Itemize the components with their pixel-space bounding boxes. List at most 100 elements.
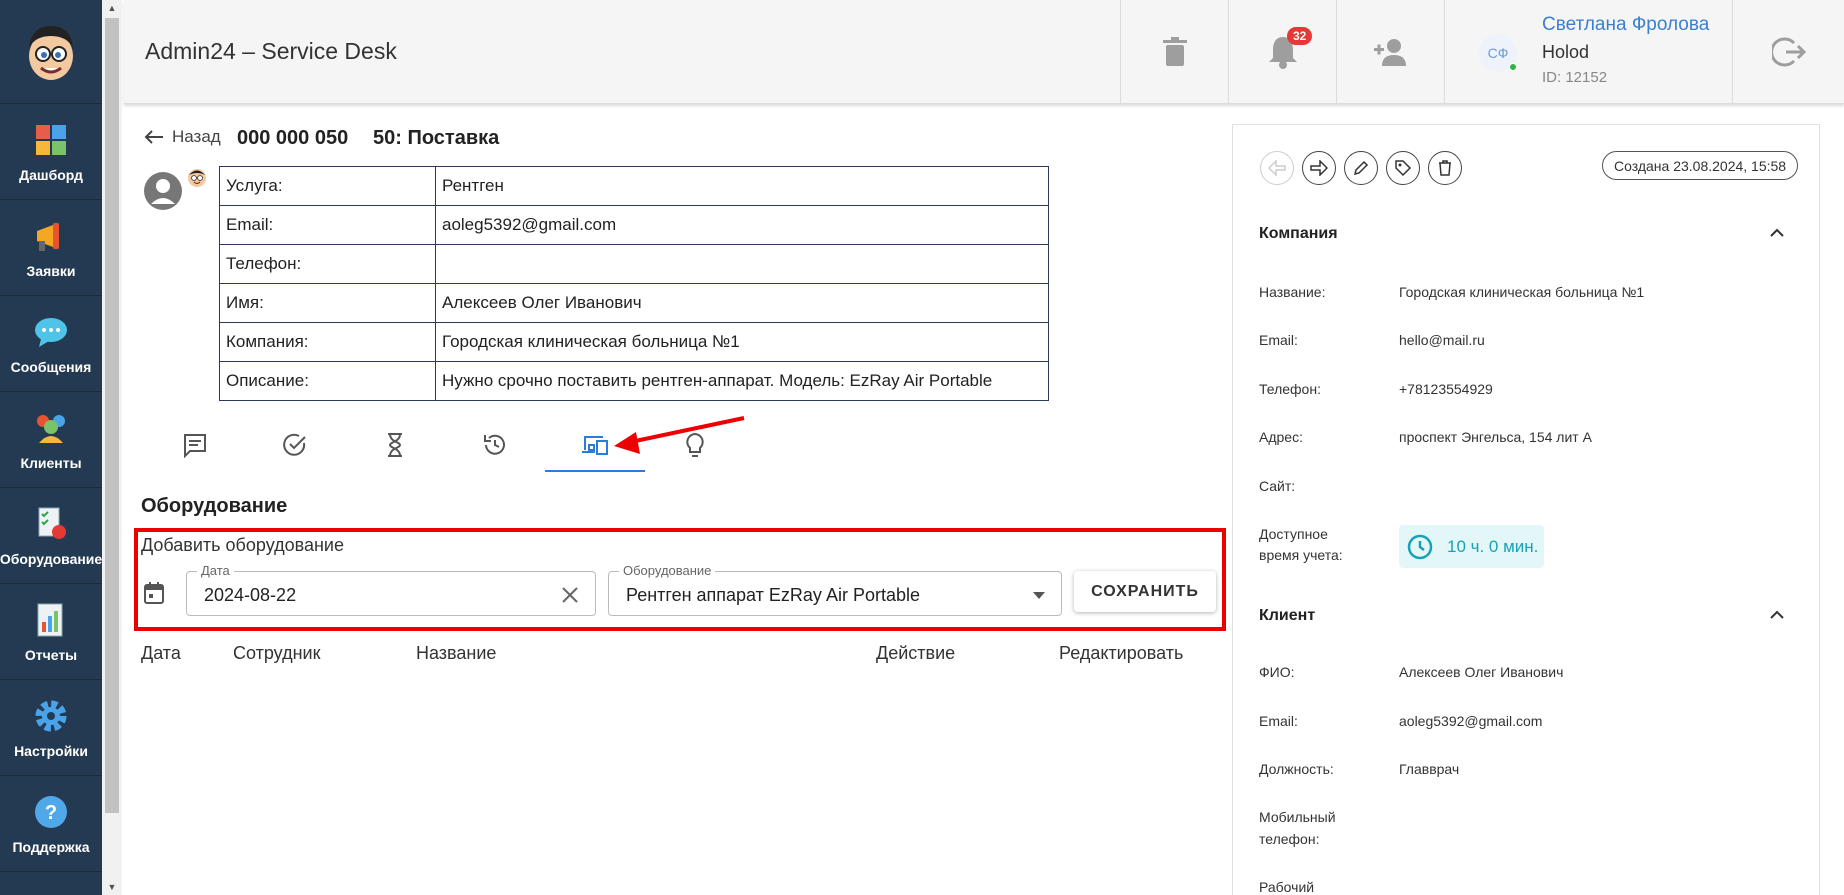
client-name-key: ФИО: bbox=[1259, 664, 1295, 680]
available-time-value: 10 ч. 0 мин. bbox=[1447, 536, 1539, 556]
app-logo[interactable] bbox=[0, 0, 102, 104]
company-site-key: Сайт: bbox=[1259, 478, 1296, 494]
chevron-up-icon[interactable] bbox=[1770, 228, 1784, 237]
add-equipment-label: Добавить оборудование bbox=[141, 535, 344, 555]
previous-button[interactable] bbox=[1260, 151, 1294, 185]
chevron-down-icon[interactable] bbox=[1033, 592, 1045, 599]
row-key: Компания: bbox=[219, 322, 436, 362]
trash-icon bbox=[1162, 37, 1187, 66]
tag-icon bbox=[1395, 160, 1412, 177]
logout-button[interactable] bbox=[1732, 0, 1844, 104]
company-address-value: проспект Энгельса, 154 лит А bbox=[1399, 429, 1592, 445]
calendar-icon[interactable] bbox=[143, 581, 165, 610]
date-field-label: Дата bbox=[197, 563, 234, 578]
table-row: Телефон: bbox=[219, 244, 1049, 284]
save-button[interactable]: СОХРАНИТЬ bbox=[1074, 571, 1216, 612]
devices-icon bbox=[582, 436, 608, 455]
client-email-value: aoleg5392@gmail.com bbox=[1399, 713, 1543, 729]
company-phone-key: Телефон: bbox=[1259, 381, 1321, 397]
section-title: Оборудование bbox=[141, 495, 288, 517]
chevron-up-icon[interactable] bbox=[1770, 610, 1784, 619]
sidebar-item-label: Поддержка bbox=[12, 838, 90, 855]
sidebar-item-label: Клиенты bbox=[20, 454, 82, 471]
row-value: Алексеев Олег Иванович bbox=[435, 283, 1049, 323]
trash-icon bbox=[1439, 160, 1451, 176]
work-phone-key: Рабочий bbox=[1259, 879, 1315, 895]
app-title: Admin24 – Service Desk bbox=[145, 38, 397, 64]
scroll-up-icon[interactable]: ▲ bbox=[106, 2, 118, 14]
trash-button[interactable] bbox=[1120, 0, 1228, 104]
reports-icon bbox=[32, 601, 70, 639]
ticket-title: 50: Поставка bbox=[373, 127, 500, 149]
client-name-value: Алексеев Олег Иванович bbox=[1399, 664, 1564, 680]
sidebar-item-settings[interactable]: Настройки bbox=[0, 680, 102, 776]
sidebar-item-messages[interactable]: Сообщения bbox=[0, 296, 102, 392]
available-time-chip: 10 ч. 0 мин. bbox=[1399, 525, 1544, 568]
column-header-action: Действие bbox=[876, 643, 956, 663]
sidebar-item-tickets[interactable]: Заявки bbox=[0, 200, 102, 296]
person-icon bbox=[144, 172, 182, 215]
mobile-key-line-1: Мобильный bbox=[1259, 809, 1336, 825]
row-key: Имя: bbox=[219, 283, 436, 323]
time-key-line-1: Доступное bbox=[1259, 526, 1328, 542]
row-value: aoleg5392@gmail.com bbox=[435, 205, 1049, 245]
equipment-select-value: Рентген аппарат EzRay Air Portable bbox=[626, 585, 920, 605]
comment-icon bbox=[184, 434, 206, 458]
date-field[interactable]: Дата 2024-08-22 bbox=[186, 563, 596, 616]
history-icon bbox=[484, 434, 505, 455]
sidebar-item-clients[interactable]: Клиенты bbox=[0, 392, 102, 488]
sidebar-item-label: Дашборд bbox=[19, 166, 83, 183]
scroll-down-icon[interactable]: ▼ bbox=[106, 881, 118, 893]
row-key: Email: bbox=[219, 205, 436, 245]
equipment-select[interactable]: Оборудование Рентген аппарат EzRay Air P… bbox=[608, 563, 1062, 616]
tab-time[interactable] bbox=[345, 426, 445, 472]
sidebar-item-label: Заявки bbox=[26, 262, 76, 279]
check-circle-icon bbox=[283, 433, 306, 456]
notification-count-badge: 32 bbox=[1287, 27, 1313, 45]
clear-icon[interactable] bbox=[561, 586, 579, 604]
forward-button[interactable] bbox=[1302, 151, 1336, 185]
logout-icon bbox=[1771, 37, 1806, 67]
sidebar-item-dashboard[interactable]: Дашборд bbox=[0, 104, 102, 200]
column-header-date: Дата bbox=[141, 643, 181, 663]
add-user-button[interactable] bbox=[1336, 0, 1444, 104]
column-header-name: Название bbox=[416, 643, 497, 663]
company-email-value: hello@mail.ru bbox=[1399, 332, 1485, 348]
arrow-forward-icon bbox=[1310, 160, 1328, 176]
table-row: Email: aoleg5392@gmail.com bbox=[219, 205, 1049, 245]
table-row: Описание: Нужно срочно поставить рентген-… bbox=[219, 361, 1049, 401]
pencil-icon bbox=[1353, 160, 1369, 176]
equipment-select-label: Оборудование bbox=[619, 563, 716, 578]
column-header-edit: Редактировать bbox=[1059, 643, 1184, 663]
scrollbar-thumb[interactable] bbox=[105, 18, 119, 813]
date-field-value[interactable]: 2024-08-22 bbox=[204, 585, 296, 606]
client-position-value: Главврач bbox=[1399, 761, 1460, 777]
sidebar-item-reports[interactable]: Отчеты bbox=[0, 584, 102, 680]
user-profile[interactable]: СФ Светлана Фролова Holod ID: 12152 bbox=[1444, 0, 1732, 104]
sidebar-item-support[interactable]: ? Поддержка bbox=[0, 776, 102, 872]
user-organization: Holod bbox=[1542, 42, 1590, 62]
svg-text:?: ? bbox=[45, 802, 57, 824]
mobile-key-line-2: телефон: bbox=[1259, 831, 1320, 847]
back-button[interactable]: Назад bbox=[144, 127, 221, 147]
user-name[interactable]: Светлана Фролова bbox=[1542, 14, 1709, 36]
notifications-button[interactable]: 32 bbox=[1228, 0, 1336, 104]
row-value: Городская клиническая больница №1 bbox=[435, 322, 1049, 362]
online-status-dot bbox=[1509, 63, 1517, 71]
tab-comments[interactable] bbox=[145, 426, 245, 472]
created-badge: Создана 23.08.2024, 15:58 bbox=[1602, 151, 1799, 180]
row-value bbox=[435, 244, 1049, 284]
company-name-value: Городская клиническая больница №1 bbox=[1399, 284, 1645, 300]
delete-button[interactable] bbox=[1428, 151, 1462, 185]
cartoon-face-logo bbox=[29, 25, 73, 80]
tag-button[interactable] bbox=[1386, 151, 1420, 185]
table-row: Имя: Алексеев Олег Иванович bbox=[219, 283, 1049, 323]
edit-button[interactable] bbox=[1344, 151, 1378, 185]
arrow-back-icon bbox=[1268, 160, 1286, 176]
client-email-key: Email: bbox=[1259, 713, 1298, 729]
sidebar-item-label: Отчеты bbox=[24, 646, 78, 663]
clients-icon bbox=[32, 409, 70, 447]
sidebar-item-equipment[interactable]: Оборудование bbox=[0, 488, 102, 584]
tab-history[interactable] bbox=[445, 426, 545, 472]
tab-tasks[interactable] bbox=[245, 426, 345, 472]
